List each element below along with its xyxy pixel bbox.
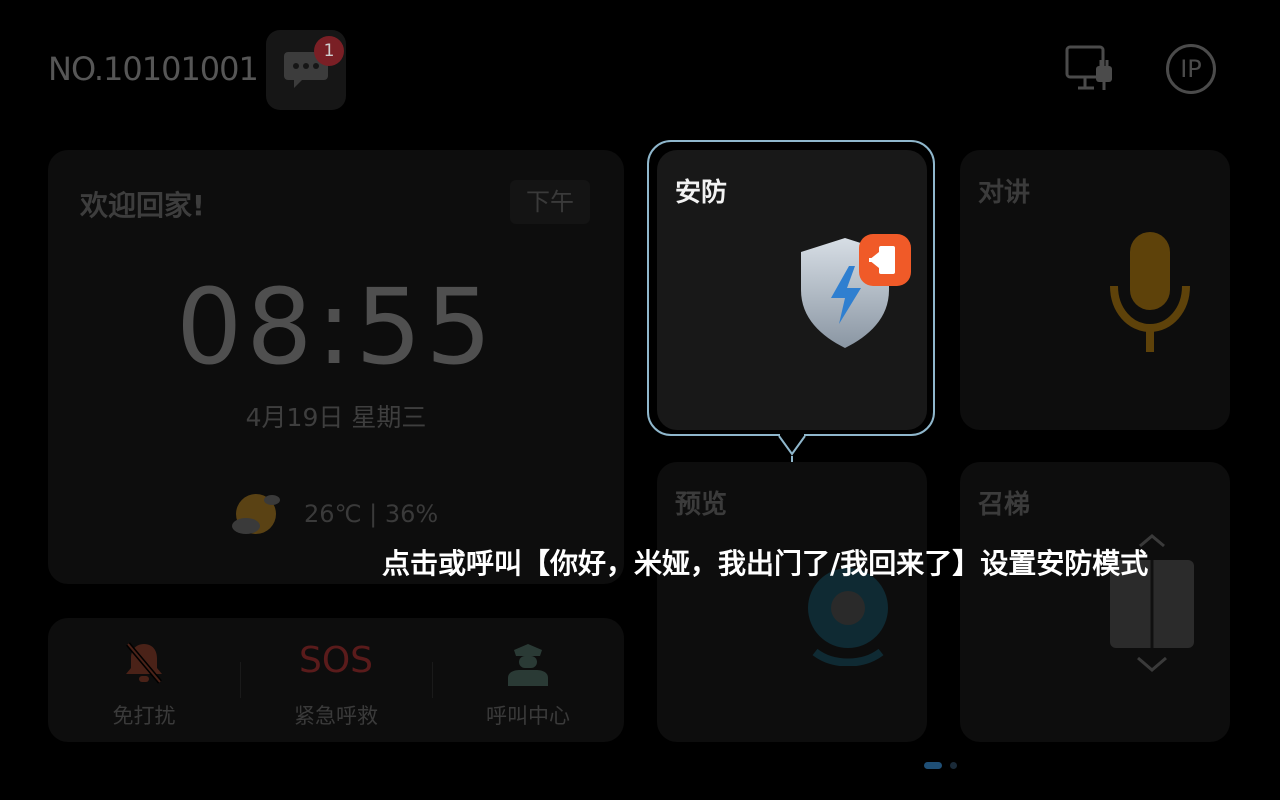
do-not-disturb-button[interactable]: 免打扰 [48, 618, 240, 742]
intercom-tile[interactable]: 对讲 [960, 150, 1230, 430]
monitor-plug-icon[interactable] [1064, 44, 1116, 94]
guide-tip-label: 点击或呼叫【你好，米娅，我出门了/我回来了】设置安防模式 [382, 547, 1149, 580]
ampm-indicator: 下午 [510, 180, 590, 224]
quick-actions-bar: 免打扰 SOS 紧急呼救 呼叫中心 [48, 618, 624, 742]
welcome-title: 欢迎回家! [80, 189, 205, 222]
bell-off-icon [126, 642, 162, 684]
preview-tile[interactable]: 预览 [657, 462, 927, 742]
dnd-label: 免打扰 [112, 704, 176, 728]
preview-title: 预览 [675, 490, 728, 520]
sos-label: 紧急呼救 [294, 704, 378, 728]
page-dot [950, 762, 957, 769]
microphone-icon [1110, 232, 1190, 352]
weather-text: 26℃ | 36% [304, 500, 439, 528]
call-center-button[interactable]: 呼叫中心 [432, 618, 624, 742]
pointer-arrow [778, 434, 806, 456]
page-dot-active [924, 762, 942, 769]
elevator-title: 召梯 [978, 490, 1031, 520]
ip-settings-icon[interactable]: IP [1166, 44, 1216, 94]
call-center-label: 呼叫中心 [486, 704, 570, 728]
highlight-frame [647, 140, 935, 436]
welcome-card: 欢迎回家! 下午 08:55 4月19日 星期三 26℃ | 36% [48, 150, 624, 584]
message-count-badge: 1 [314, 36, 344, 66]
date-text: 4月19日 星期三 [245, 403, 427, 432]
sos-icon: SOS [298, 640, 374, 681]
partly-cloudy-icon [232, 494, 280, 534]
clock-time: 08:55 [176, 266, 496, 388]
security-guard-icon [508, 644, 548, 686]
intercom-title: 对讲 [978, 178, 1031, 208]
device-number: NO.10101001 [48, 50, 259, 88]
elevator-tile[interactable]: 召梯 [960, 462, 1230, 742]
home-screen: NO.10101001 1 IP 欢迎回家! 下午 08:55 4月19日 星期… [0, 0, 1280, 800]
sos-button[interactable]: SOS 紧急呼救 [240, 618, 432, 742]
guide-tip-text: 点击或呼叫【你好，米娅，我出门了/我回来了】设置安防模式 [382, 542, 1148, 582]
